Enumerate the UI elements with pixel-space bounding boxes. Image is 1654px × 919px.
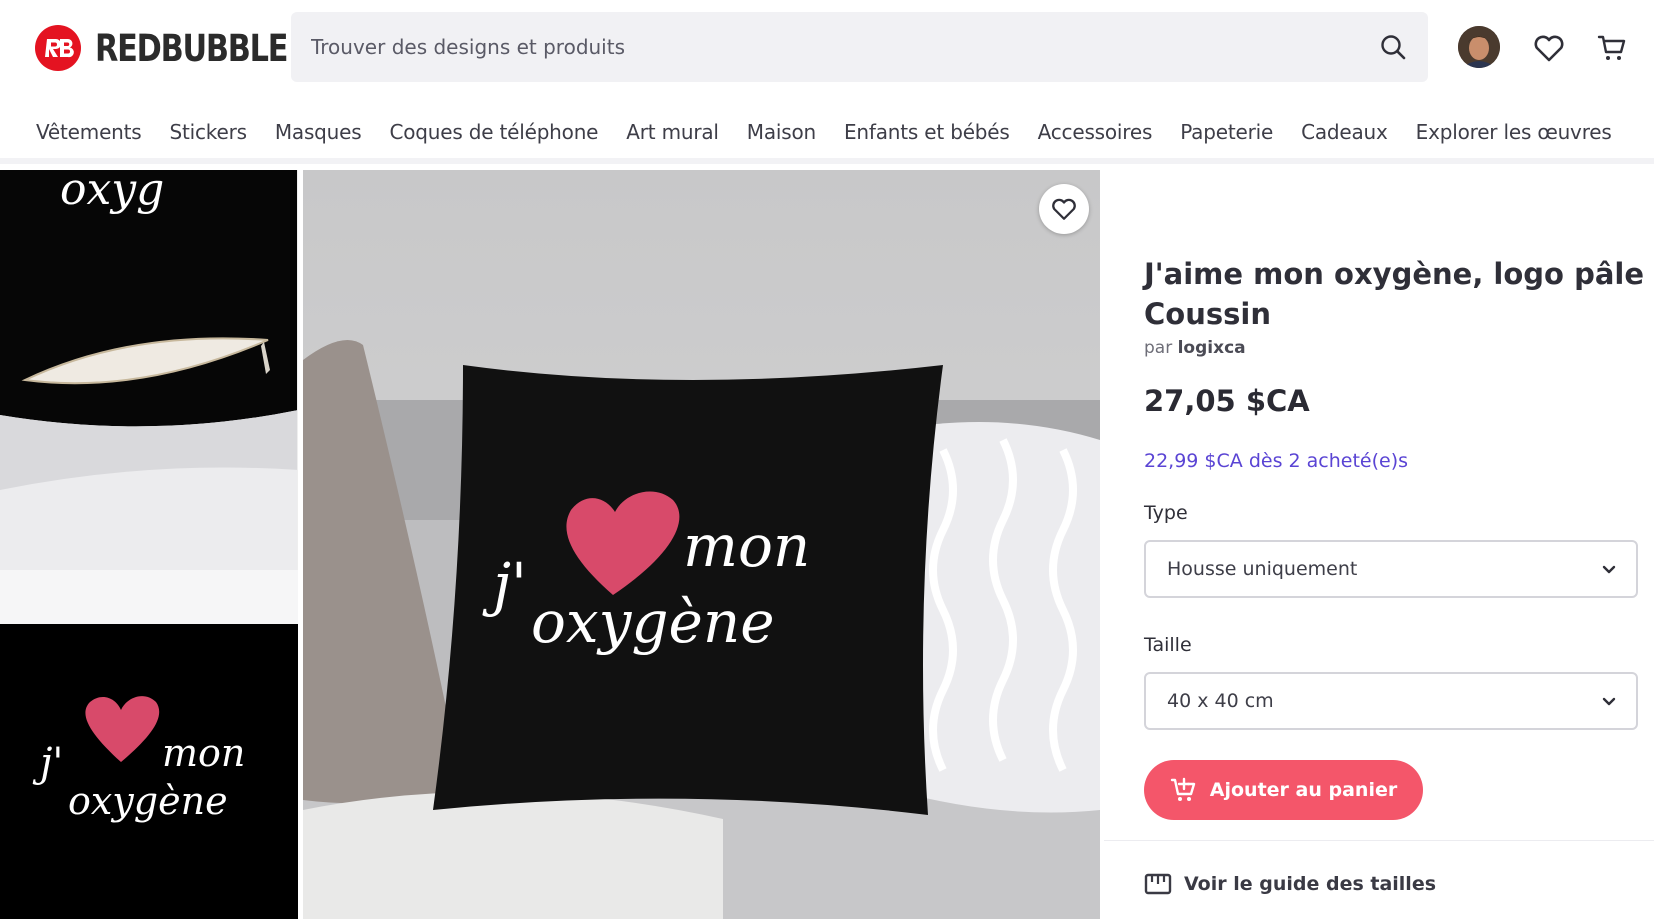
- thumb-design-oxygene: oxygène: [68, 779, 228, 823]
- nav-item-cadeaux[interactable]: Cadeaux: [1301, 120, 1388, 144]
- nav-item-explorer[interactable]: Explorer les œuvres: [1416, 120, 1612, 144]
- gallery-thumbnail-zipper[interactable]: oxyg: [0, 170, 298, 570]
- nav-item-stickers[interactable]: Stickers: [170, 120, 248, 144]
- gallery-thumbnail-design[interactable]: j' mon oxygène: [0, 624, 298, 919]
- size-select[interactable]: 40 x 40 cm: [1144, 672, 1638, 730]
- nav-item-coques[interactable]: Coques de téléphone: [389, 120, 598, 144]
- nav-item-enfants[interactable]: Enfants et bébés: [844, 120, 1010, 144]
- thumb-design-mon: mon: [162, 731, 245, 775]
- add-to-cart-button[interactable]: Ajouter au panier: [1144, 760, 1423, 820]
- size-select-value: 40 x 40 cm: [1167, 690, 1274, 712]
- design-text-mon: mon: [683, 512, 811, 580]
- thumbnail-separator: [0, 570, 298, 624]
- ruler-icon: [1144, 873, 1172, 895]
- divider: [1104, 840, 1654, 841]
- favorite-button[interactable]: [1039, 184, 1089, 234]
- heart-outline-icon: [1052, 198, 1076, 220]
- type-label: Type: [1144, 502, 1188, 524]
- category-nav: Vêtements Stickers Masques Coques de tél…: [0, 96, 1654, 164]
- nav-item-art-mural[interactable]: Art mural: [626, 120, 719, 144]
- design-text-j: j': [493, 550, 527, 618]
- product-price: 27,05 $CA: [1144, 384, 1310, 418]
- artist-link[interactable]: logixca: [1178, 338, 1246, 358]
- product-title: J'aime mon oxygène, logo pâle Coussin: [1144, 257, 1645, 331]
- nav-item-masques[interactable]: Masques: [275, 120, 362, 144]
- search-bar: [291, 12, 1428, 82]
- type-select[interactable]: Housse uniquement: [1144, 540, 1638, 598]
- cart-button[interactable]: [1592, 28, 1632, 68]
- size-guide-link[interactable]: Voir le guide des tailles: [1144, 872, 1436, 896]
- avatar[interactable]: [1458, 26, 1500, 68]
- brand-logo[interactable]: REDBUBBLE: [35, 25, 329, 71]
- main-product-image[interactable]: j' mon oxygène: [303, 170, 1100, 919]
- add-to-cart-icon: [1170, 777, 1195, 801]
- artist-byline: par logixca: [1144, 338, 1246, 358]
- type-select-value: Housse uniquement: [1167, 558, 1358, 580]
- thumb-design-text: oxyg: [60, 170, 164, 215]
- cart-icon: [1597, 35, 1626, 60]
- byline-prefix: par: [1144, 338, 1173, 358]
- wishlist-button[interactable]: [1529, 28, 1569, 68]
- chevron-down-icon: [1602, 697, 1616, 706]
- size-guide-label: Voir le guide des tailles: [1184, 873, 1437, 895]
- nav-item-vetements[interactable]: Vêtements: [36, 120, 142, 144]
- nav-item-papeterie[interactable]: Papeterie: [1180, 120, 1273, 144]
- search-input[interactable]: [291, 12, 1358, 82]
- nav-item-accessoires[interactable]: Accessoires: [1038, 120, 1153, 144]
- brand-name: REDBUBBLE: [95, 26, 289, 70]
- nav-item-maison[interactable]: Maison: [747, 120, 816, 144]
- product-panel: J'aime mon oxygène, logo pâle Coussin pa…: [1100, 170, 1654, 919]
- design-text-oxygene: oxygène: [531, 588, 775, 656]
- add-to-cart-label: Ajouter au panier: [1209, 779, 1398, 801]
- search-button[interactable]: [1358, 12, 1428, 82]
- chevron-down-icon: [1602, 565, 1616, 574]
- bulk-discount: 22,99 $CA dès 2 acheté(e)s: [1144, 450, 1409, 472]
- header: REDBUBBLE: [0, 0, 1654, 96]
- heart-icon: [1534, 35, 1564, 62]
- search-icon: [1381, 35, 1406, 60]
- size-label: Taille: [1144, 634, 1192, 656]
- redbubble-logo-icon: [35, 25, 81, 71]
